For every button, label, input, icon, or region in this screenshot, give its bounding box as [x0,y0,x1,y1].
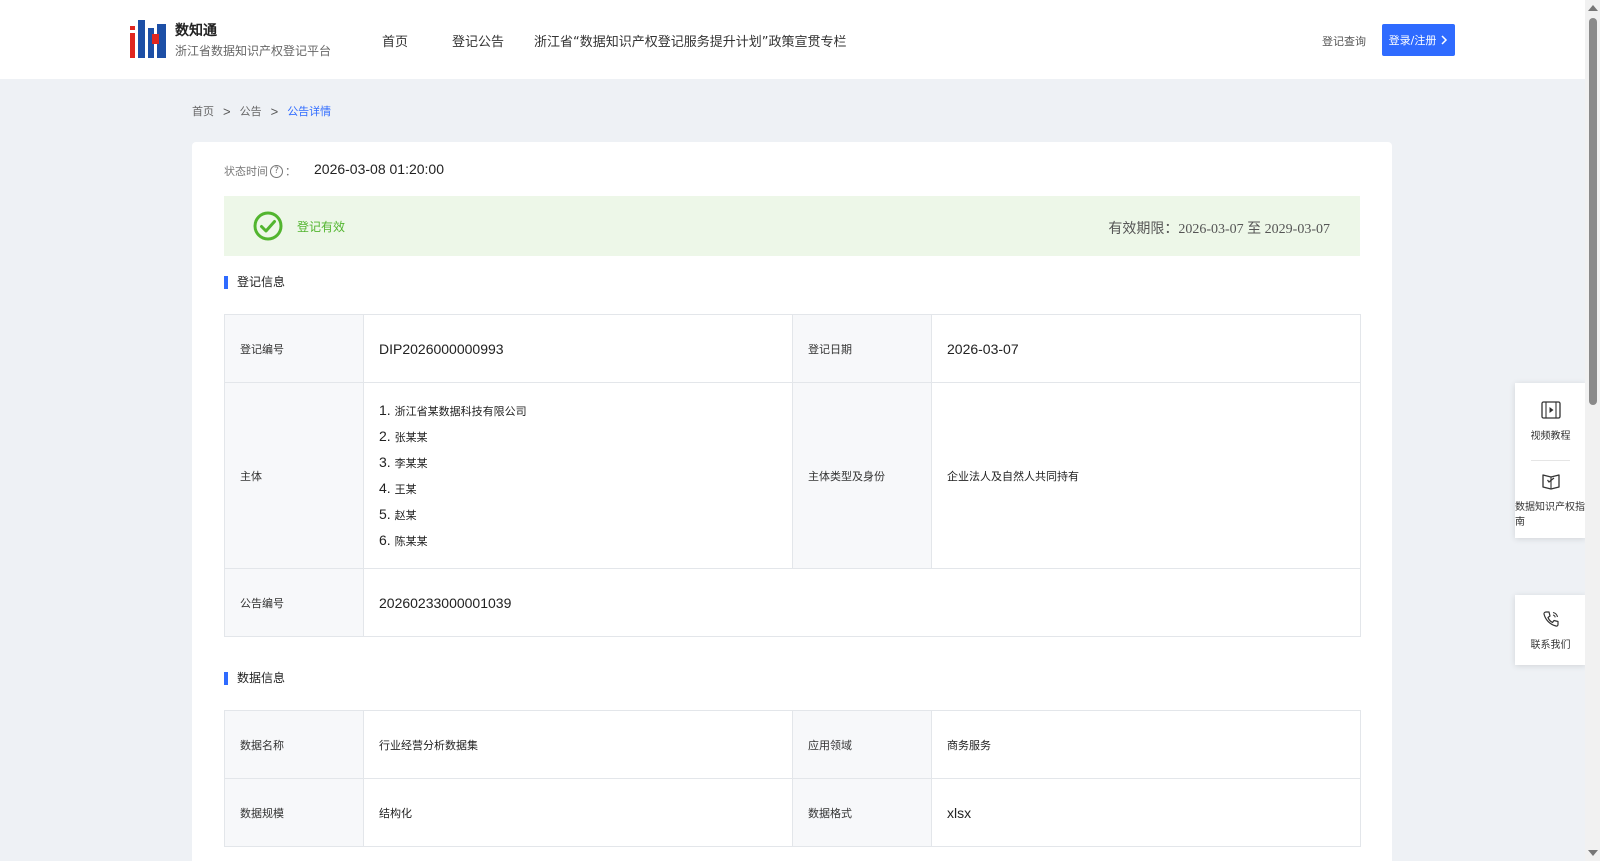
list-item: 1. 浙江省某数据科技有限公司 [379,401,527,418]
breadcrumb-notice[interactable]: 公告 [240,103,262,119]
cert-no-value: DIP2026000000993 [363,314,793,383]
field-label: 应用领域 [792,710,932,779]
list-item: 2. 张某某 [379,427,428,444]
table-row: 登记编号 DIP2026000000993 登记日期 2026-03-07 [224,314,1361,383]
table-row: 公告编号 20260233000001039 [224,568,1361,637]
nav-announcements[interactable]: 登记公告 [452,31,504,50]
format-value: xlsx [931,778,1361,847]
status-banner: 登记有效 有效期限：2026-03-07 至 2029-03-07 [224,196,1360,256]
holder-list: 1. 浙江省某数据科技有限公司 2. 张某某 3. 李某某 4. 王某 5. 赵… [363,382,793,569]
book-icon [1541,473,1560,490]
video-tutorial-label: 视频教程 [1530,431,1571,442]
nav-home[interactable]: 首页 [382,31,408,50]
holder-type-value: 企业法人及自然人共同持有 [931,382,1361,569]
contact-us-label: 联系我们 [1530,639,1571,651]
status-time-value: 2026-03-08 01:20:00 [314,161,444,177]
pub-no-value: 20260233000001039 [363,568,1361,637]
data-info-table: 数据名称 行业经营分析数据集 应用领域 商务服务 数据规模 结构化 数据格式 x… [224,710,1361,847]
login-register-button[interactable]: 登录/注册 [1382,24,1455,56]
top-header: 数知通 浙江省数据知识产权登记平台 首页 登记公告 浙江省“数据知识产权登记服务… [0,0,1585,79]
colon: ： [285,165,296,178]
ip-guide-label: 数据知识产权指南 [1515,501,1585,528]
holder-label: 主体 [224,382,364,569]
login-register-label: 登录/注册 [1388,34,1437,47]
status-time-label-text: 状态时间 [224,165,268,178]
scale-value: 结构化 [363,778,793,847]
date-label: 登记日期 [792,314,932,383]
site-logo[interactable] [130,20,166,58]
holder-type-label: 主体类型及身份 [792,382,932,569]
cert-no-label: 登记编号 [224,314,364,383]
registration-query-link[interactable]: 登记查询 [1322,33,1366,49]
breadcrumb-home[interactable]: 首页 [192,103,214,119]
float-panel-contact: 联系我们 [1515,595,1586,665]
data-name-value: 行业经营分析数据集 [363,710,793,779]
table-row: 数据名称 行业经营分析数据集 应用领域 商务服务 [224,710,1361,779]
format-label: 数据格式 [792,778,932,847]
scroll-down-arrow-icon[interactable] [1588,850,1598,856]
detail-card: 状态时间 ? ： 2026-03-08 01:20:00 登记有效 有效期限：2… [192,142,1392,861]
breadcrumb-separator: > [223,103,231,119]
scroll-up-arrow-icon[interactable] [1588,5,1598,11]
breadcrumb-current: 公告详情 [287,105,332,118]
ip-guide-button[interactable]: 数据知识产权指南 [1515,461,1586,538]
pub-no-label: 公告编号 [224,568,364,637]
date-value: 2026-03-07 [931,314,1361,383]
float-panel-resources: 视频教程 数据知识产权指南 [1515,383,1586,538]
contact-us-button[interactable]: 联系我们 [1515,595,1586,665]
list-item: 5. 赵某 [379,505,417,522]
table-row: 主体 1. 浙江省某数据科技有限公司 2. 张某某 3. 李某某 4. 王某 5… [224,382,1361,569]
data-name-label: 数据名称 [224,710,364,779]
section-title-registration: 登记信息 [224,276,285,289]
section-title-data: 数据信息 [224,672,285,685]
status-time-label: 状态时间 ? ： [224,163,296,179]
list-item: 4. 王某 [379,479,417,496]
video-tutorial-button[interactable]: 视频教程 [1515,383,1586,460]
chevron-right-icon [1441,35,1448,45]
list-item: 3. 李某某 [379,453,428,470]
field-value: 商务服务 [931,710,1361,779]
phone-icon [1542,610,1559,627]
nav-policy-column[interactable]: 浙江省“数据知识产权登记服务提升计划”政策宣贯专栏 [534,31,846,50]
check-circle-icon [253,211,283,241]
breadcrumb-separator: > [270,103,279,119]
vertical-scrollbar[interactable] [1585,0,1600,861]
scale-label: 数据规模 [224,778,364,847]
status-text: 登记有效 [297,220,346,234]
brand-subtitle: 浙江省数据知识产权登记平台 [175,44,332,58]
video-icon [1540,401,1561,419]
breadcrumb: 首页 > 公告 > 公告详情 [192,103,331,119]
validity-period: 有效期限：2026-03-07 至 2029-03-07 [1108,222,1330,237]
registration-info-table: 登记编号 DIP2026000000993 登记日期 2026-03-07 主体… [224,314,1361,637]
brand-name: 数知通 [175,23,217,39]
table-row: 数据规模 结构化 数据格式 xlsx [224,778,1361,847]
help-icon[interactable]: ? [270,164,283,178]
list-item: 6. 陈某某 [379,531,428,548]
scroll-thumb[interactable] [1589,18,1597,405]
